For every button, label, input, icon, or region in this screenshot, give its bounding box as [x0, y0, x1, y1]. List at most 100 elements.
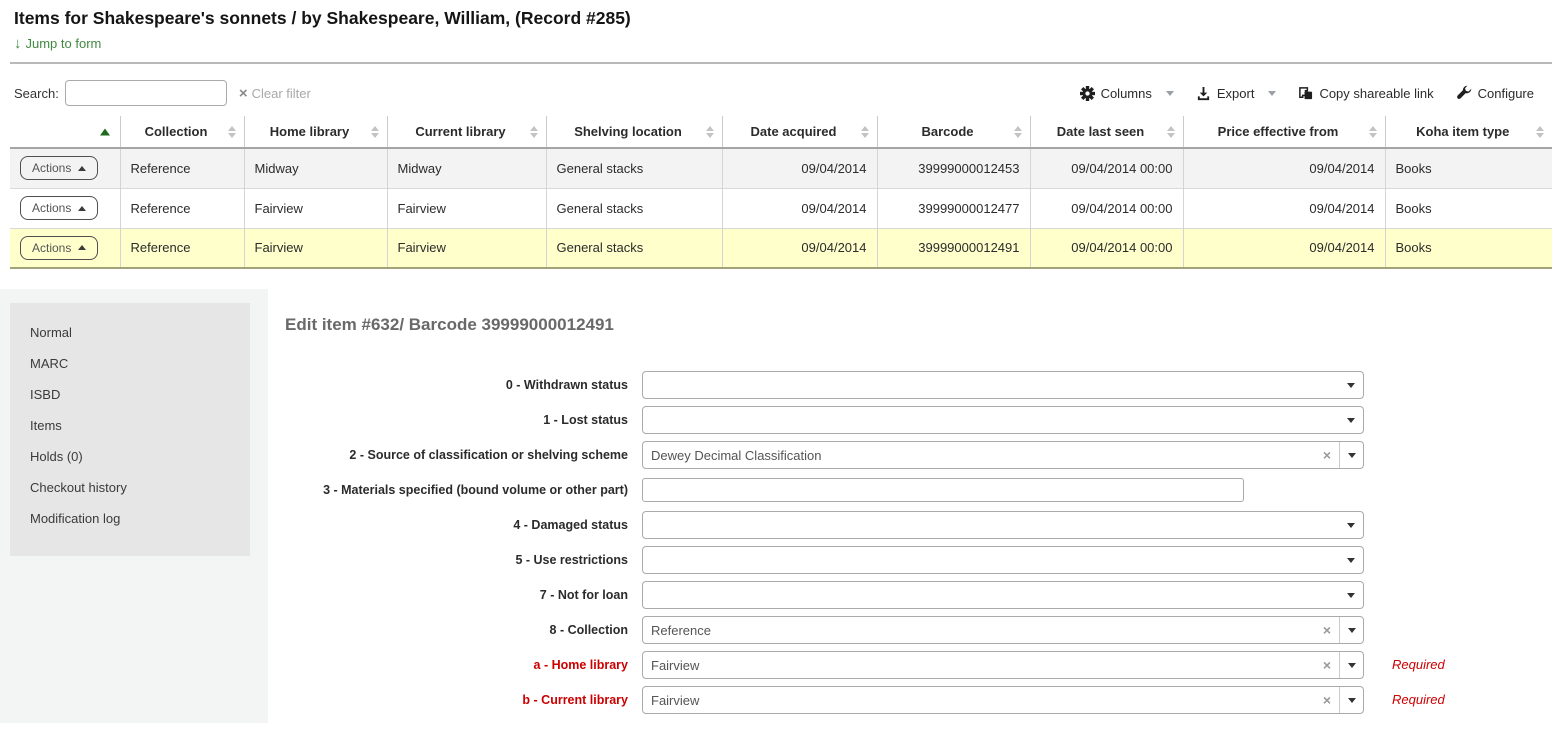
current-library-select[interactable]: Fairview × — [642, 686, 1364, 714]
clear-selection-icon[interactable]: × — [1315, 692, 1339, 708]
cell-collection: Reference — [120, 148, 244, 188]
sidebar-item-normal[interactable]: Normal — [10, 317, 250, 348]
withdrawn-status-select[interactable] — [642, 371, 1364, 399]
table-row: Actions Reference Midway Midway General … — [10, 148, 1552, 188]
table-row: Actions Reference Fairview Fairview Gene… — [10, 188, 1552, 228]
actions-button[interactable]: Actions — [20, 156, 98, 180]
lost-status-select[interactable] — [642, 406, 1364, 434]
cell-date-last-seen: 09/04/2014 00:00 — [1030, 228, 1183, 268]
table-row-highlighted: Actions Reference Fairview Fairview Gene… — [10, 228, 1552, 268]
cell-collection: Reference — [120, 188, 244, 228]
chevron-down-icon — [1339, 442, 1363, 468]
chevron-down-icon — [1339, 512, 1363, 538]
field-label-home-library: a - Home library — [285, 651, 628, 673]
sort-icon — [706, 126, 714, 138]
sort-icon — [530, 126, 538, 138]
copy-shareable-link-label: Copy shareable link — [1319, 86, 1433, 101]
search-input[interactable] — [65, 80, 227, 106]
cell-date-acquired: 09/04/2014 — [722, 148, 877, 188]
copy-icon — [1298, 86, 1313, 101]
damaged-status-select[interactable] — [642, 511, 1364, 539]
field-label-not-for-loan: 7 - Not for loan — [285, 581, 628, 603]
cell-price-effective-from: 09/04/2014 — [1183, 228, 1385, 268]
cell-current-library: Midway — [387, 148, 546, 188]
edit-item-panel: Edit item #632/ Barcode 39999000012491 0… — [268, 289, 1562, 723]
chevron-down-icon — [1339, 407, 1363, 433]
field-label-current-library: b - Current library — [285, 686, 628, 708]
sidebar-item-checkout-history[interactable]: Checkout history — [10, 472, 250, 503]
required-badge: Required — [1392, 651, 1445, 672]
home-library-select[interactable]: Fairview × — [642, 651, 1364, 679]
column-header-sort[interactable] — [10, 116, 120, 148]
cell-date-acquired: 09/04/2014 — [722, 188, 877, 228]
clear-selection-icon[interactable]: × — [1315, 622, 1339, 638]
chevron-down-icon — [1339, 547, 1363, 573]
column-header-collection[interactable]: Collection — [120, 116, 244, 148]
cell-price-effective-from: 09/04/2014 — [1183, 148, 1385, 188]
field-label-collection: 8 - Collection — [285, 616, 628, 638]
actions-button[interactable]: Actions — [20, 236, 98, 260]
column-header-koha-item-type[interactable]: Koha item type — [1385, 116, 1552, 148]
sidebar-item-items[interactable]: Items — [10, 410, 250, 441]
field-label-materials-specified: 3 - Materials specified (bound volume or… — [285, 476, 628, 498]
field-label-classification-source: 2 - Source of classification or shelving… — [285, 441, 628, 463]
cell-koha-item-type: Books — [1385, 148, 1552, 188]
edit-item-heading: Edit item #632/ Barcode 39999000012491 — [285, 315, 1562, 335]
clear-selection-icon[interactable]: × — [1315, 657, 1339, 673]
not-for-loan-select[interactable] — [642, 581, 1364, 609]
collection-select[interactable]: Reference × — [642, 616, 1364, 644]
use-restrictions-select[interactable] — [642, 546, 1364, 574]
column-header-home-library[interactable]: Home library — [244, 116, 387, 148]
cell-barcode: 39999000012491 — [877, 228, 1030, 268]
down-arrow-icon: ↓ — [14, 35, 22, 52]
required-badge: Required — [1392, 686, 1445, 707]
column-header-date-last-seen[interactable]: Date last seen — [1030, 116, 1183, 148]
sort-icon — [1369, 126, 1377, 138]
sidebar-item-marc[interactable]: MARC — [10, 348, 250, 379]
sidebar-item-isbd[interactable]: ISBD — [10, 379, 250, 410]
cell-current-library: Fairview — [387, 228, 546, 268]
clear-filter-button[interactable]: × Clear filter — [239, 85, 311, 102]
columns-button[interactable]: Columns — [1080, 86, 1174, 101]
chevron-up-icon — [78, 245, 86, 250]
column-header-price-effective-from[interactable]: Price effective from — [1183, 116, 1385, 148]
cell-shelving-location: General stacks — [546, 228, 722, 268]
bottom-section: Normal MARC ISBD Items Holds (0) Checkou… — [0, 289, 1562, 723]
chevron-down-icon — [1339, 582, 1363, 608]
cell-shelving-location: General stacks — [546, 148, 722, 188]
column-header-current-library[interactable]: Current library — [387, 116, 546, 148]
jump-to-form-link[interactable]: ↓ Jump to form — [14, 35, 101, 52]
cell-koha-item-type: Books — [1385, 228, 1552, 268]
top-section: Items for Shakespeare's sonnets / by Sha… — [0, 0, 1562, 269]
chevron-down-icon — [1166, 91, 1174, 96]
sidebar-item-holds[interactable]: Holds (0) — [10, 441, 250, 472]
configure-button[interactable]: Configure — [1456, 85, 1534, 101]
chevron-down-icon — [1339, 687, 1363, 713]
form-row: 5 - Use restrictions — [285, 546, 1562, 574]
form-row: 8 - Collection Reference × — [285, 616, 1562, 644]
column-header-barcode[interactable]: Barcode — [877, 116, 1030, 148]
cell-date-acquired: 09/04/2014 — [722, 228, 877, 268]
form-row: 3 - Materials specified (bound volume or… — [285, 476, 1562, 504]
sidebar-item-modification-log[interactable]: Modification log — [10, 503, 250, 534]
copy-shareable-link-button[interactable]: Copy shareable link — [1298, 86, 1433, 101]
form-row: 2 - Source of classification or shelving… — [285, 441, 1562, 469]
cell-collection: Reference — [120, 228, 244, 268]
cell-home-library: Fairview — [244, 228, 387, 268]
cell-home-library: Midway — [244, 148, 387, 188]
gear-icon — [1080, 86, 1095, 101]
cell-barcode: 39999000012453 — [877, 148, 1030, 188]
form-row: 0 - Withdrawn status — [285, 371, 1562, 399]
field-label-use-restrictions: 5 - Use restrictions — [285, 546, 628, 568]
export-button[interactable]: Export — [1196, 86, 1277, 101]
column-header-shelving-location[interactable]: Shelving location — [546, 116, 722, 148]
clear-selection-icon[interactable]: × — [1315, 447, 1339, 463]
column-header-date-acquired[interactable]: Date acquired — [722, 116, 877, 148]
form-row: b - Current library Fairview × Required — [285, 686, 1562, 714]
actions-button[interactable]: Actions — [20, 196, 98, 220]
materials-specified-input[interactable] — [642, 478, 1244, 502]
sort-icon — [228, 126, 236, 138]
export-label: Export — [1217, 86, 1255, 101]
sort-icon — [861, 126, 869, 138]
classification-source-select[interactable]: Dewey Decimal Classification × — [642, 441, 1364, 469]
